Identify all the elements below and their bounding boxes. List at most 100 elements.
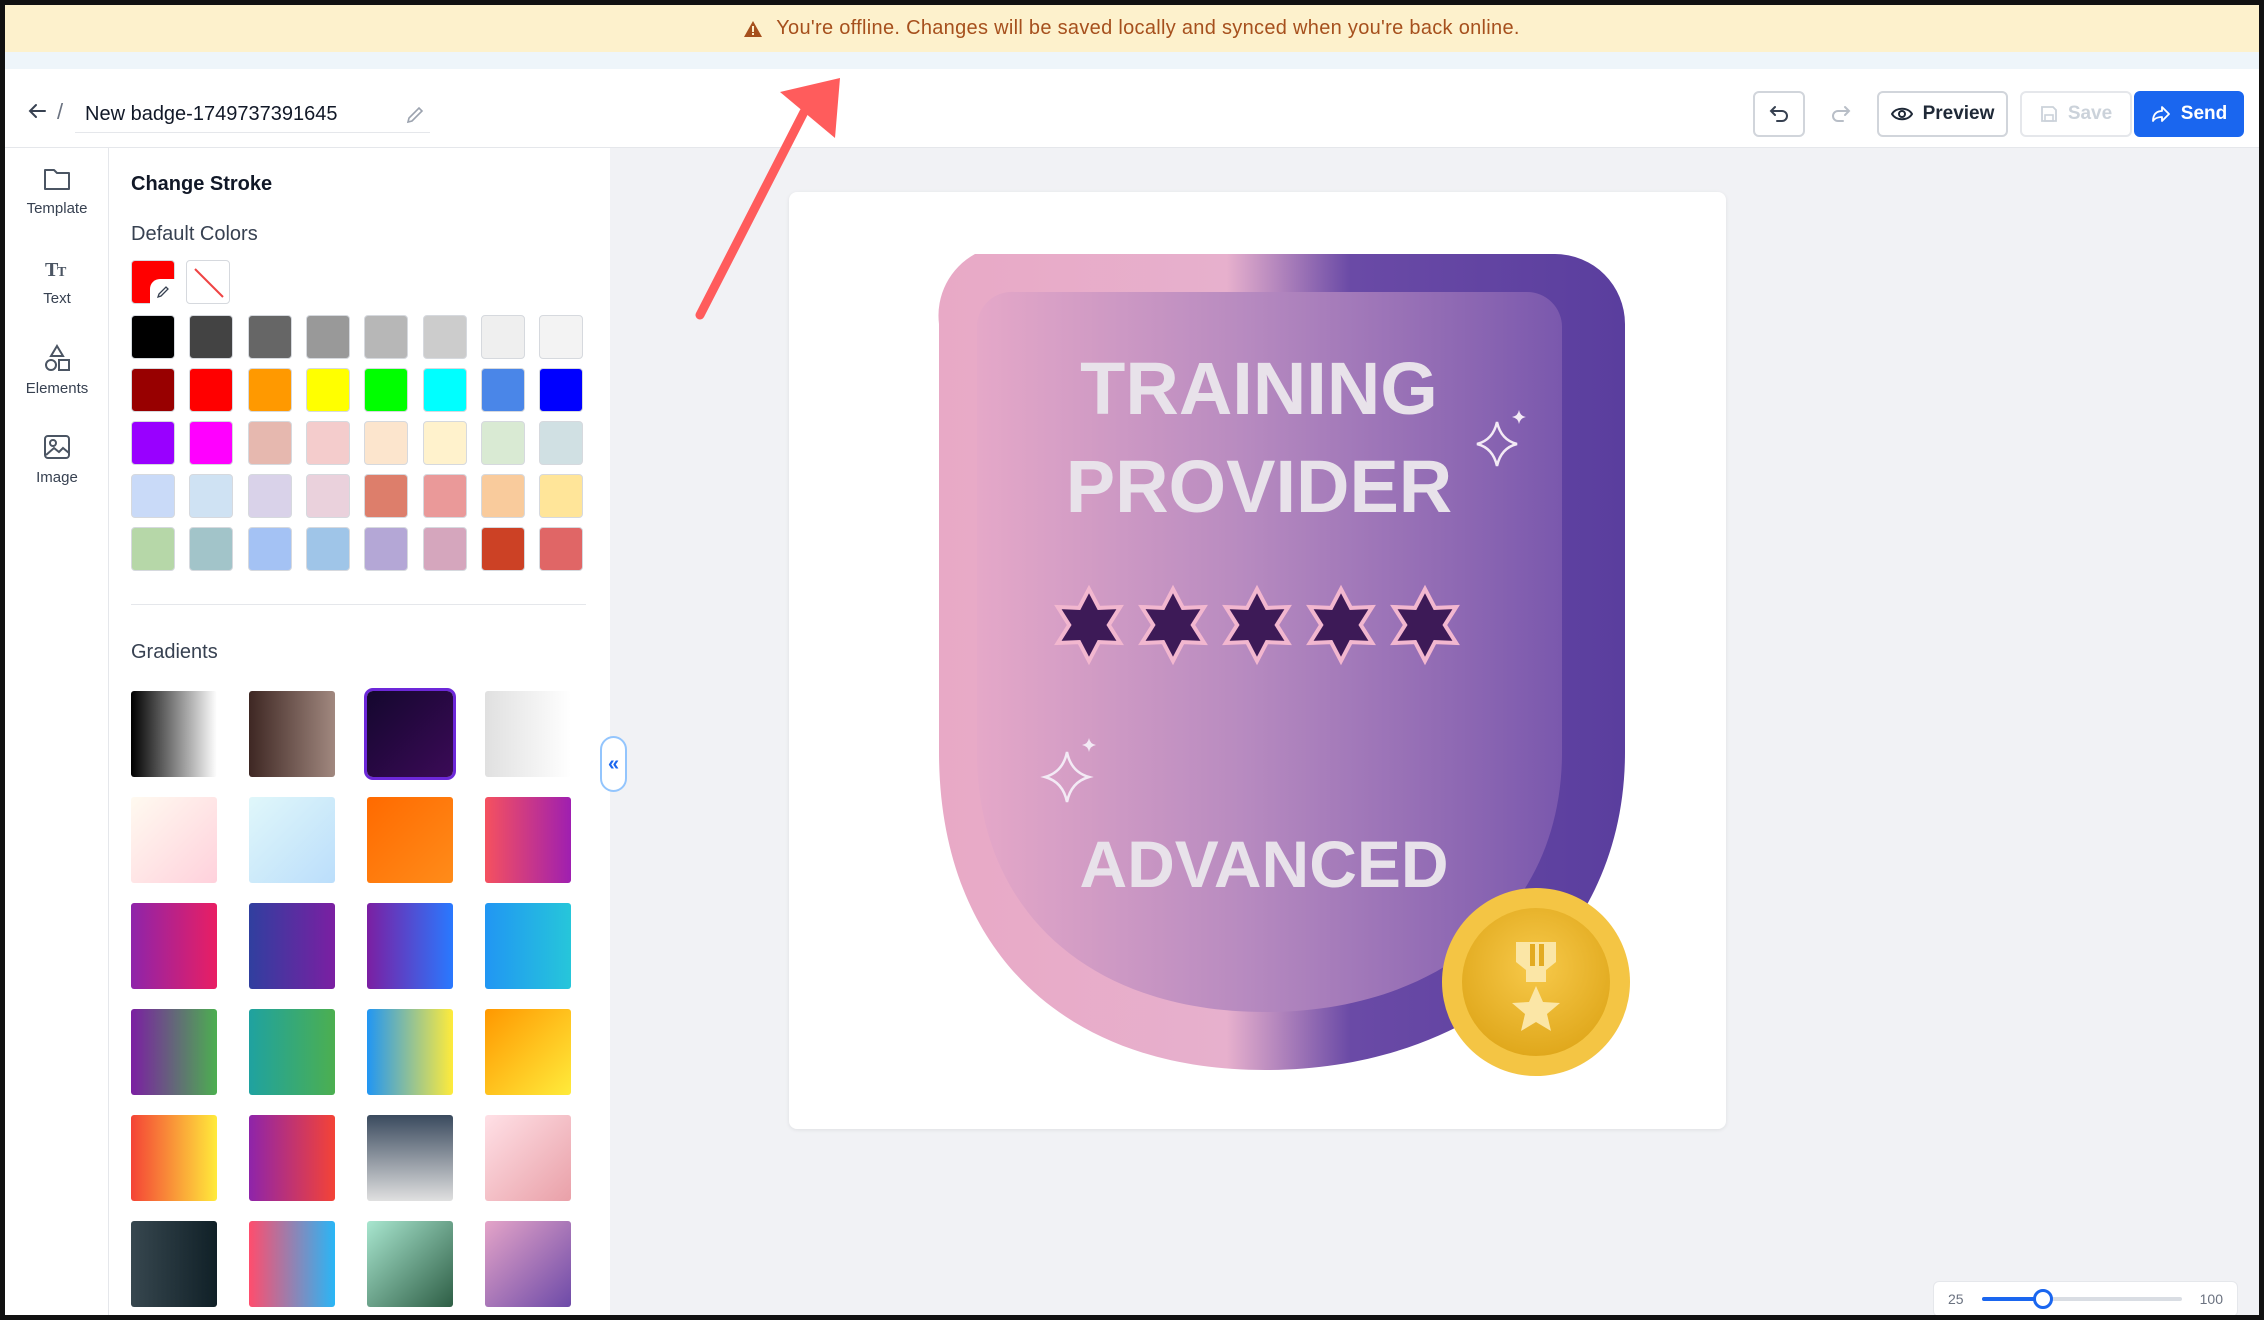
zoom-slider-thumb[interactable]	[2032, 1289, 2053, 1309]
color-swatch[interactable]	[422, 474, 467, 518]
document-title-field[interactable]: New badge-1749737391645	[75, 97, 430, 133]
rail-item-elements[interactable]: Elements	[5, 344, 109, 397]
gradient-swatch[interactable]	[131, 1009, 217, 1095]
color-swatch[interactable]	[131, 474, 175, 518]
gradient-swatch[interactable]	[367, 797, 453, 883]
badge-title-line2[interactable]: PROVIDER	[1066, 445, 1453, 528]
color-swatch[interactable]	[131, 527, 175, 571]
gradient-swatch[interactable]	[485, 797, 571, 883]
color-swatch[interactable]	[364, 421, 409, 465]
badge-title-line1[interactable]: TRAINING	[1080, 347, 1438, 430]
gradient-swatch[interactable]	[249, 1221, 335, 1307]
gradient-swatch[interactable]	[367, 1221, 453, 1307]
undo-button[interactable]	[1753, 91, 1805, 137]
save-button[interactable]: Save	[2020, 91, 2132, 137]
pencil-icon	[150, 279, 176, 305]
color-swatch[interactable]	[539, 474, 584, 518]
preview-label: Preview	[1922, 103, 1995, 124]
color-swatch[interactable]	[305, 315, 350, 359]
gradient-swatch[interactable]	[249, 1009, 335, 1095]
color-swatch[interactable]	[422, 421, 467, 465]
badge-artboard[interactable]: TRAINING PROVIDER ADVANCED	[789, 192, 1726, 1129]
preview-button[interactable]: Preview	[1877, 91, 2008, 137]
warning-icon	[744, 20, 763, 37]
rail-item-template[interactable]: Template	[5, 166, 109, 217]
color-swatch[interactable]	[480, 527, 525, 571]
current-color-swatch[interactable]	[131, 260, 176, 305]
color-swatch[interactable]	[539, 315, 584, 359]
gradient-swatch[interactable]	[367, 903, 453, 989]
gradient-swatch[interactable]	[249, 1115, 335, 1201]
color-swatch[interactable]	[422, 368, 467, 412]
send-button[interactable]: Send	[2134, 91, 2244, 137]
pencil-icon[interactable]	[400, 105, 430, 125]
gradient-swatch[interactable]	[485, 903, 571, 989]
color-swatch[interactable]	[189, 474, 234, 518]
color-swatch[interactable]	[247, 421, 292, 465]
rail-label-text: Text	[43, 290, 71, 307]
gradient-swatch[interactable]	[131, 1221, 217, 1307]
gradient-swatch[interactable]	[485, 1009, 571, 1095]
color-swatch[interactable]	[305, 474, 350, 518]
color-swatch[interactable]	[422, 527, 467, 571]
color-swatch[interactable]	[247, 368, 292, 412]
folder-icon	[44, 169, 70, 190]
gradient-swatch[interactable]	[367, 1115, 453, 1201]
color-swatch[interactable]	[131, 315, 175, 359]
gradient-swatch[interactable]	[485, 1115, 571, 1201]
color-swatch[interactable]	[480, 421, 525, 465]
gradient-swatch[interactable]	[131, 797, 217, 883]
color-swatch[interactable]	[480, 315, 525, 359]
color-swatch[interactable]	[305, 368, 350, 412]
color-swatch[interactable]	[247, 527, 292, 571]
offline-message: You're offline. Changes will be saved lo…	[776, 17, 1520, 39]
back-button[interactable]	[25, 99, 49, 123]
medal-coin[interactable]	[1442, 888, 1630, 1076]
color-swatch[interactable]	[189, 527, 234, 571]
badge-graphic[interactable]: TRAINING PROVIDER ADVANCED	[789, 192, 1726, 1129]
gradient-swatch[interactable]	[249, 797, 335, 883]
color-swatch[interactable]	[131, 368, 175, 412]
gradient-swatch[interactable]	[131, 903, 217, 989]
color-swatch[interactable]	[539, 368, 584, 412]
color-swatch[interactable]	[364, 474, 409, 518]
color-swatch[interactable]	[539, 527, 584, 571]
no-color-swatch[interactable]	[186, 260, 230, 304]
zoom-slider[interactable]	[1981, 1289, 2182, 1309]
color-swatch[interactable]	[480, 474, 525, 518]
gradient-swatch[interactable]	[485, 691, 571, 777]
badge-level-text[interactable]: ADVANCED	[1079, 827, 1448, 901]
rail-item-text[interactable]: TT Text	[5, 256, 109, 307]
color-swatch[interactable]	[422, 315, 467, 359]
document-title[interactable]: New badge-1749737391645	[75, 103, 400, 126]
color-swatch[interactable]	[189, 368, 234, 412]
editor-header: / New badge-1749737391645 Preview Save S…	[5, 69, 2259, 148]
gradient-swatch[interactable]	[131, 691, 217, 777]
rail-label-elements: Elements	[25, 380, 89, 397]
image-icon	[44, 435, 70, 459]
gradient-swatch[interactable]	[364, 688, 456, 780]
color-swatch[interactable]	[364, 315, 409, 359]
color-swatch[interactable]	[247, 474, 292, 518]
gradient-swatch[interactable]	[131, 1115, 217, 1201]
offline-banner: You're offline. Changes will be saved lo…	[5, 5, 2259, 52]
rail-item-image[interactable]: Image	[5, 433, 109, 486]
color-swatch[interactable]	[189, 421, 234, 465]
color-swatch[interactable]	[247, 315, 292, 359]
color-swatch[interactable]	[131, 421, 175, 465]
collapse-panel-button[interactable]: «	[600, 736, 627, 792]
gradient-swatch[interactable]	[367, 1009, 453, 1095]
gradient-swatch[interactable]	[249, 903, 335, 989]
color-swatch[interactable]	[305, 527, 350, 571]
color-swatch[interactable]	[305, 421, 350, 465]
color-swatch[interactable]	[480, 368, 525, 412]
redo-button[interactable]	[1815, 91, 1867, 137]
color-swatch[interactable]	[364, 368, 409, 412]
color-swatch[interactable]	[189, 315, 234, 359]
floppy-disk-icon	[2040, 106, 2057, 122]
color-swatch[interactable]	[364, 527, 409, 571]
color-swatch[interactable]	[539, 421, 584, 465]
gradient-swatch[interactable]	[485, 1221, 571, 1307]
gradient-swatch[interactable]	[249, 691, 335, 777]
panel-title: Change Stroke	[131, 173, 273, 195]
